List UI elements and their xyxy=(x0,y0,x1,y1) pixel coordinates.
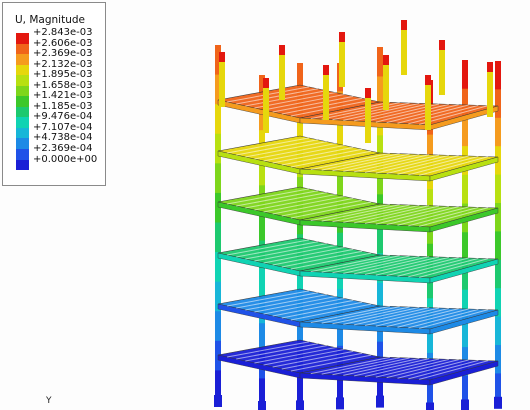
legend-title: U, Magnitude xyxy=(15,14,85,26)
column-stub-tip xyxy=(339,32,345,42)
column-segment xyxy=(462,174,468,205)
column-segment xyxy=(215,104,221,135)
column-segment xyxy=(495,203,501,232)
column-footing xyxy=(296,400,304,410)
column-segment xyxy=(462,232,468,262)
column-segment xyxy=(495,174,501,204)
column-segment xyxy=(259,268,265,297)
column-stub-tip xyxy=(219,52,225,62)
legend-rows: +2.843e-03 +2.606e-03 +2.369e-03 +2.132e-03… xyxy=(3,27,107,171)
column-footing xyxy=(461,399,469,410)
column-segment xyxy=(215,222,221,253)
column-segment xyxy=(495,316,501,346)
column-segment xyxy=(495,345,501,374)
legend-color-swatch xyxy=(16,159,29,171)
column-segment xyxy=(495,89,501,119)
legend-entry: +0.000e+00 xyxy=(3,154,107,171)
column-segment xyxy=(462,117,468,147)
legend-value: +2.843e-03 xyxy=(33,27,93,38)
column-footing xyxy=(336,397,344,410)
column-segment xyxy=(495,231,501,261)
column-segment xyxy=(215,133,221,164)
column-stub-tip xyxy=(323,65,329,75)
column-footing xyxy=(426,402,434,410)
legend-value: +0.000e+00 xyxy=(33,153,98,165)
triad-y-axis-label: Y xyxy=(46,396,52,406)
column-segment xyxy=(495,61,501,90)
column-footing xyxy=(376,395,384,408)
column-stub-tip xyxy=(401,20,407,30)
column-segment xyxy=(377,47,383,77)
column-stub-tip xyxy=(439,40,445,50)
column-footing xyxy=(258,401,266,410)
column-segment xyxy=(215,192,221,223)
column-stub-tip xyxy=(425,75,431,85)
legend-value: +2.369e-04 xyxy=(33,143,93,155)
column-stub-tip xyxy=(263,78,269,88)
column-footing xyxy=(494,396,502,409)
column-stub-tip xyxy=(383,55,389,65)
column-segment xyxy=(462,60,468,90)
column-stub-tip xyxy=(487,62,493,72)
column-segment xyxy=(215,163,221,194)
column-segment xyxy=(495,117,501,147)
column-segment xyxy=(215,311,221,342)
contour-legend: U, Magnitude +2.843e-03 +2.606e-03 +2.369e… xyxy=(2,2,106,186)
column-stub-tip xyxy=(365,88,371,98)
column-footing xyxy=(214,395,222,407)
column-stub-tip xyxy=(279,45,285,55)
